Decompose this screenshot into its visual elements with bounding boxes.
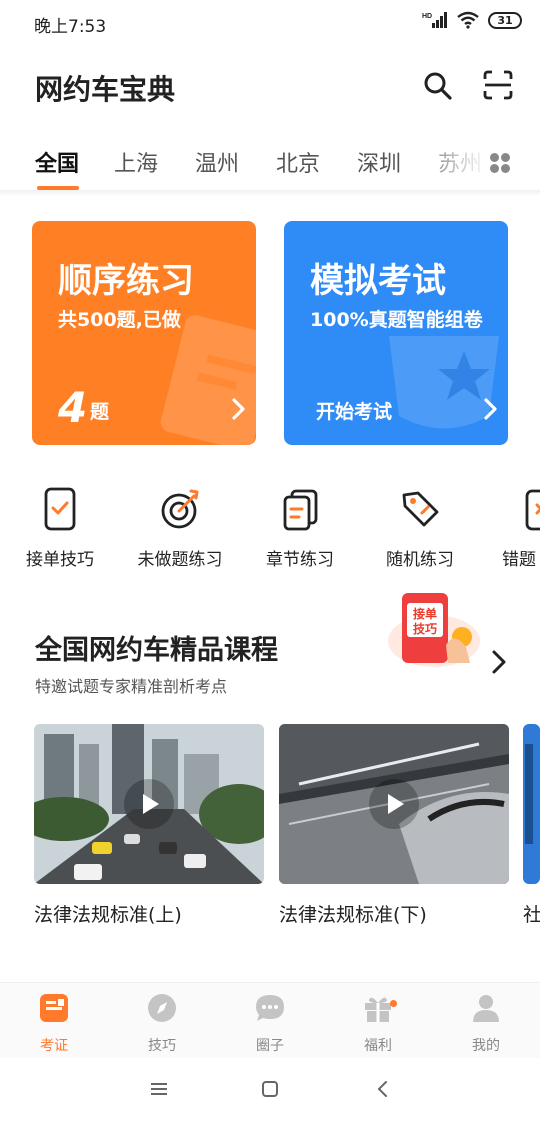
tab-shanghai[interactable]: 上海: [114, 146, 158, 178]
card-title: 顺序练习: [58, 261, 194, 301]
divider: [0, 190, 540, 196]
quick-action-wrong[interactable]: 错题: [485, 487, 540, 577]
promo-phone-illustration: 接单 技巧: [388, 593, 480, 667]
nav-label: 圈子: [256, 1038, 284, 1054]
play-icon[interactable]: [369, 779, 419, 829]
svg-text:HD: HD: [422, 13, 432, 20]
video-title[interactable]: 法律法规标准(下): [279, 900, 427, 927]
wifi-icon: [457, 11, 479, 29]
tab-shenzhen[interactable]: 深圳: [357, 146, 401, 178]
quick-action-chapter[interactable]: 章节练习: [245, 487, 355, 577]
app-header: 网约车宝典: [0, 56, 540, 120]
quick-action-label: 随机练习: [386, 550, 454, 570]
quick-action-label: 接单技巧: [26, 550, 94, 570]
search-icon[interactable]: [421, 69, 453, 101]
status-icons: HD 31: [422, 11, 522, 29]
nav-label: 我的: [472, 1038, 500, 1054]
target-icon: [161, 489, 199, 529]
phone-check-icon: [44, 487, 76, 531]
promo-text: 技巧: [413, 621, 437, 636]
mock-exam-card[interactable]: 模拟考试 100%真题智能组卷 开始考试: [284, 221, 508, 445]
battery-level: 31: [497, 13, 513, 27]
video-title[interactable]: 法律法规标准(上): [34, 900, 182, 927]
gift-icon: [365, 997, 391, 1022]
back-icon[interactable]: [372, 1078, 394, 1100]
quick-action-random[interactable]: 随机练习: [365, 487, 475, 577]
video-thumbnail-1[interactable]: [34, 724, 264, 884]
system-nav-bar: [0, 1058, 540, 1122]
nav-exam[interactable]: 考证: [0, 991, 108, 1055]
section-title: 全国网约车精品课程: [35, 635, 278, 666]
grid-icon[interactable]: [489, 152, 511, 174]
quick-action-order-tips[interactable]: 接单技巧: [5, 487, 115, 577]
nav-label: 技巧: [148, 1038, 176, 1054]
compass-icon: [148, 994, 176, 1022]
card-subtitle: 100%真题智能组卷: [310, 309, 483, 331]
promo-text: 接单: [413, 606, 437, 621]
nav-label: 考证: [40, 1038, 68, 1054]
status-bar: 晚上7:53 HD 31: [0, 0, 540, 44]
signal-icon: HD: [422, 12, 447, 28]
section-subtitle: 特邀试题专家精准剖析考点: [35, 677, 228, 696]
nav-tips[interactable]: 技巧: [108, 991, 216, 1055]
sequential-practice-card[interactable]: 顺序练习 共500题,已做 4 题: [32, 221, 256, 445]
quick-action-label: 错题: [502, 550, 536, 570]
quick-action-undone[interactable]: 未做题练习: [125, 487, 235, 577]
app-title: 网约车宝典: [35, 73, 176, 106]
tab-beijing[interactable]: 北京: [276, 146, 320, 178]
user-icon: [473, 995, 499, 1022]
chapter-icon: [283, 489, 318, 531]
quick-action-label: 章节练习: [266, 550, 334, 570]
nav-welfare[interactable]: 福利: [324, 991, 432, 1055]
scan-icon[interactable]: [482, 69, 514, 101]
done-count: 4: [58, 383, 88, 432]
chat-icon: [256, 995, 284, 1021]
quick-action-label: 未做题练习: [137, 550, 223, 570]
video-title[interactable]: 社: [523, 900, 540, 927]
home-icon[interactable]: [259, 1078, 281, 1100]
notification-badge: [390, 1000, 397, 1007]
battery-icon: 31: [488, 11, 522, 29]
app-screen: 晚上7:53 HD 31 网约车宝典 全国 上海 温州 北京 深圳 顺序练习 共…: [0, 0, 540, 1122]
exam-icon: [40, 994, 68, 1022]
chevron-right-icon: [232, 398, 245, 420]
video-thumbnail-3[interactable]: [523, 724, 540, 884]
tab-wenzhou[interactable]: 温州: [195, 146, 239, 178]
nav-circle[interactable]: 圈子: [216, 991, 324, 1055]
section-chevron-right-icon[interactable]: [488, 648, 510, 676]
video-image: [523, 724, 540, 884]
play-icon[interactable]: [124, 779, 174, 829]
tab-quanguo[interactable]: 全国: [35, 146, 79, 178]
wrong-book-icon: [525, 489, 540, 531]
city-tabs: 全国 上海 温州 北京 深圳 苏州: [0, 138, 540, 192]
tag-icon: [402, 491, 439, 527]
bottom-nav: 考证 技巧 圈子 福利 我的: [0, 982, 540, 1058]
menu-icon[interactable]: [148, 1078, 170, 1100]
status-time: 晚上7:53: [34, 17, 107, 37]
nav-mine[interactable]: 我的: [432, 991, 540, 1055]
done-unit: 题: [90, 401, 110, 423]
tabs-fade: [400, 138, 480, 188]
card-title: 模拟考试: [310, 261, 446, 301]
card-subtitle: 共500题,已做: [58, 309, 181, 331]
video-thumbnail-2[interactable]: [279, 724, 509, 884]
start-exam-label: 开始考试: [316, 401, 393, 423]
chevron-right-icon: [484, 398, 497, 420]
nav-label: 福利: [364, 1038, 392, 1054]
